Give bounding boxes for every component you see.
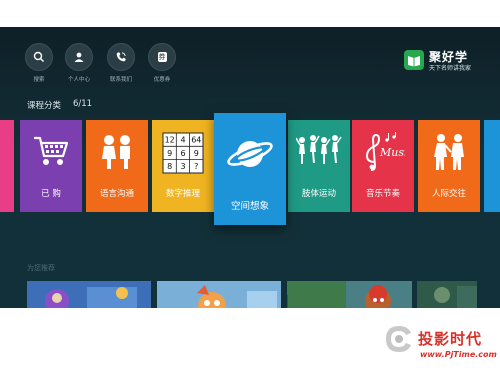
category-tile-purchased[interactable]: 已 购: [20, 120, 82, 212]
tile-label-language: 语言沟通: [99, 189, 134, 199]
nav-contact[interactable]: 联系我们: [106, 43, 136, 83]
coupon-glyph: 券: [157, 52, 167, 62]
recommend-item-1[interactable]: [27, 281, 151, 308]
category-tile-language[interactable]: 语言沟通: [86, 120, 148, 212]
svg-text:8: 8: [167, 162, 172, 171]
nav-search[interactable]: 搜索: [24, 43, 54, 83]
recommend-item-4[interactable]: [288, 281, 412, 308]
tile-label-numbers: 数字推理: [165, 189, 200, 199]
svg-text:9: 9: [167, 149, 172, 158]
nav-coupon-label: 优惠券: [153, 77, 171, 83]
kids-talk-icon: [86, 132, 148, 172]
svg-text:12: 12: [165, 136, 175, 145]
category-tile-social[interactable]: 人际交往: [418, 120, 480, 212]
svg-text:?: ?: [194, 162, 198, 171]
nav-coupon[interactable]: 券 优惠券: [147, 43, 177, 83]
watermark: 投影时代 www.PjTime.com: [380, 322, 500, 372]
nav-search-label: 搜索: [33, 77, 45, 83]
cartoon-thumb: [157, 281, 281, 308]
nav-profile-label: 个人中心: [67, 77, 90, 83]
category-tile-music[interactable]: Music 音乐节奏: [352, 120, 414, 212]
user-icon: [65, 43, 93, 71]
tile-label-space: 空间想象: [230, 201, 269, 212]
brand-logo: 聚好学 天下名师讲我家: [404, 48, 484, 74]
category-title: 课程分类: [27, 101, 62, 111]
watermark-url: www.PjTime.com: [420, 350, 497, 359]
svg-text:Music: Music: [379, 146, 405, 159]
cartoon-thumb: [27, 281, 151, 308]
svg-text:6: 6: [180, 149, 185, 158]
svg-text:9: 9: [194, 149, 199, 158]
cart-icon: [20, 132, 82, 170]
recommend-title: 为您推荐: [27, 264, 55, 272]
category-tile-numbers[interactable]: 12 4 64 9 6 9 8 3 ? 数字推理: [152, 120, 214, 212]
recommend-item-5[interactable]: [417, 281, 477, 308]
recommend-item-2[interactable]: [157, 281, 281, 308]
music-icon: Music: [352, 132, 414, 172]
number-grid-icon: 12 4 64 9 6 9 8 3 ?: [152, 132, 214, 174]
tile-label-purchased: 已 购: [41, 189, 61, 199]
planet-icon: [214, 133, 286, 175]
category-tile-partial-right[interactable]: [484, 120, 500, 212]
nav-profile[interactable]: 个人中心: [64, 43, 94, 83]
pjtime-logo-icon: [386, 326, 411, 352]
tile-label-music: 音乐节奏: [365, 189, 400, 199]
people-icon: [418, 132, 480, 172]
svg-text:64: 64: [191, 136, 201, 145]
top-margin: [0, 0, 500, 27]
category-count: 6/11: [73, 99, 93, 109]
category-tile-movement[interactable]: 肢体运动: [288, 120, 350, 212]
category-tile-space[interactable]: 空间想象: [214, 113, 286, 225]
brand-slogan: 天下名师讲我家: [429, 65, 472, 72]
tile-label-social: 人际交往: [431, 189, 466, 199]
dancers-icon: [288, 132, 350, 168]
search-icon: [25, 43, 53, 71]
cartoon-thumb: [288, 281, 412, 308]
phone-icon: [107, 43, 135, 71]
watermark-cn: 投影时代: [418, 330, 483, 348]
coupon-icon: 券: [148, 43, 176, 71]
cartoon-thumb: [417, 281, 477, 308]
svg-text:3: 3: [180, 162, 185, 171]
tv-screen: 搜索 个人中心 联系我们 券 优惠券 聚好学 天下名师讲我家 课程分类 6/11: [0, 27, 500, 308]
category-tile-partial-left[interactable]: [0, 120, 14, 212]
book-icon: [404, 50, 424, 70]
nav-contact-label: 联系我们: [109, 77, 132, 83]
tile-label-movement: 肢体运动: [301, 189, 336, 199]
svg-text:4: 4: [180, 136, 185, 145]
